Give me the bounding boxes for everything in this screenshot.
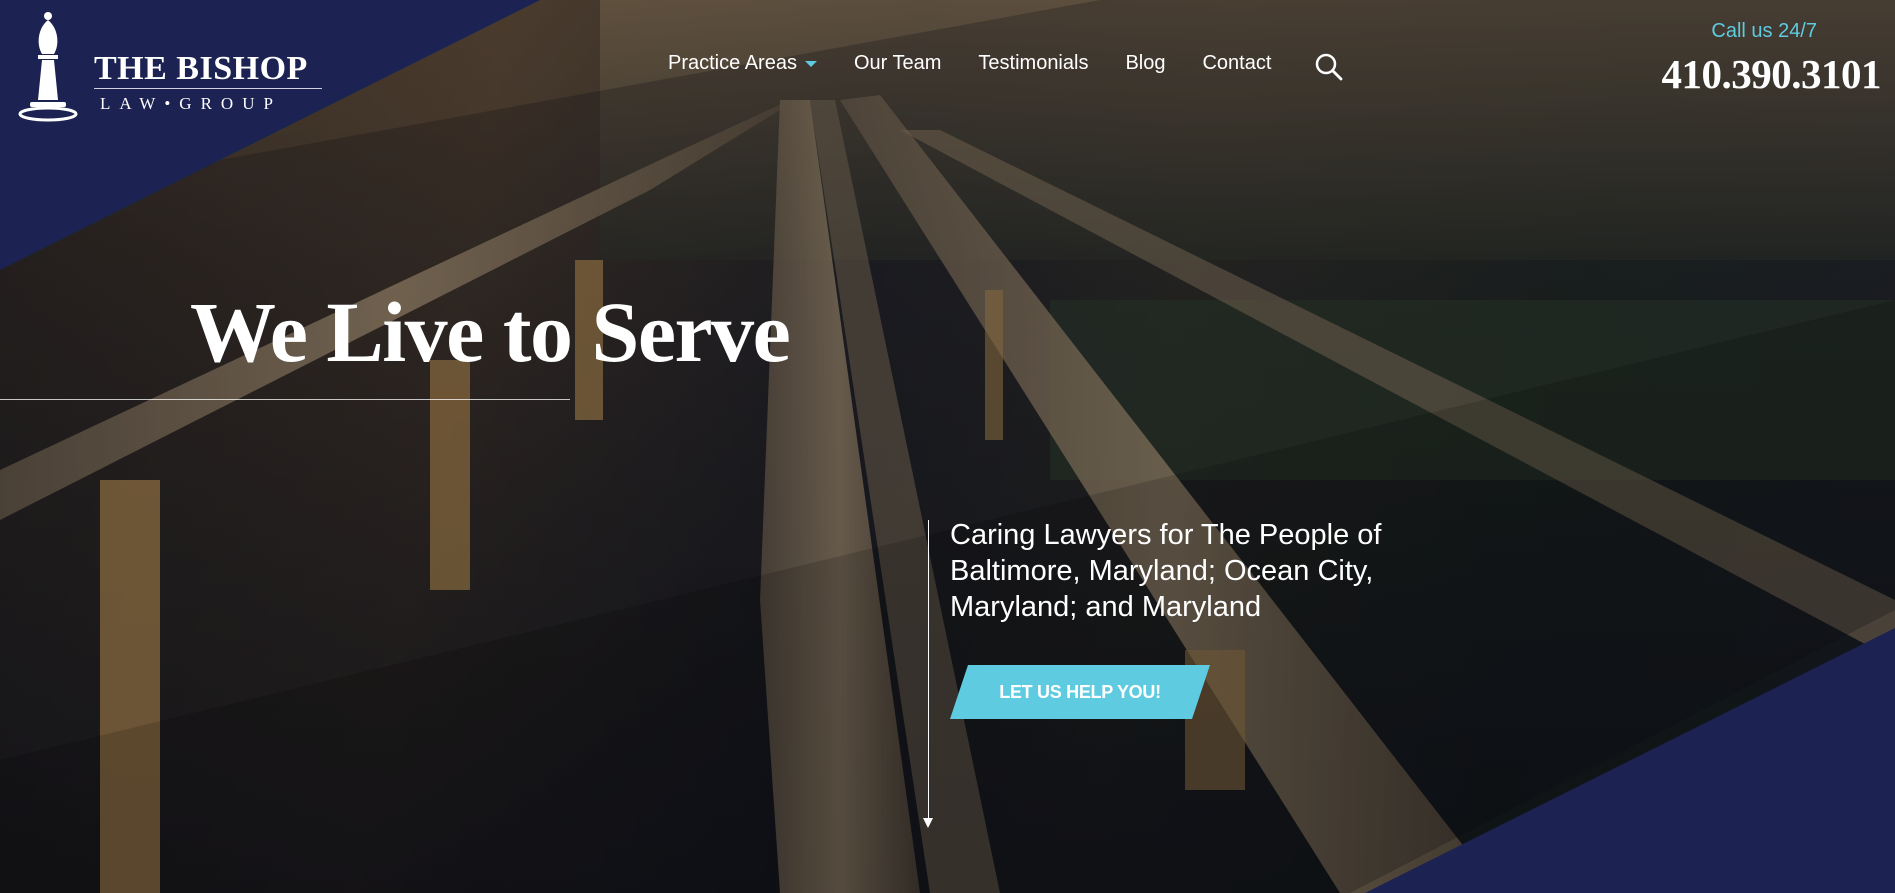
nav-item-contact[interactable]: Contact	[1202, 52, 1271, 75]
main-navigation: Practice Areas Our Team Testimonials Blo…	[668, 52, 1308, 75]
let-us-help-button[interactable]: LET US HELP YOU!	[950, 665, 1210, 719]
arrow-down-icon[interactable]	[923, 818, 933, 828]
nav-item-our-team[interactable]: Our Team	[854, 52, 941, 75]
bishop-chess-piece-icon	[18, 12, 78, 122]
logo-subname: LAW•GROUP	[100, 94, 282, 113]
search-icon[interactable]	[1314, 52, 1344, 82]
nav-item-practice-areas[interactable]: Practice Areas	[668, 52, 817, 75]
phone-number[interactable]: 410.390.3101	[1662, 50, 1882, 98]
nav-item-label: Our Team	[853, 52, 942, 74]
nav-item-testimonials[interactable]: Testimonials	[978, 52, 1088, 75]
nav-item-label: Testimonials	[978, 52, 1089, 74]
headline-divider	[0, 399, 570, 400]
logo[interactable]: THE BISHOP LAW•GROUP	[18, 10, 322, 122]
scroll-indicator-line	[928, 520, 929, 820]
nav-item-blog[interactable]: Blog	[1125, 52, 1165, 75]
navy-corner-shapes	[0, 0, 1895, 893]
logo-divider	[94, 88, 322, 89]
logo-name: THE BISHOP	[94, 50, 308, 87]
chevron-down-icon	[804, 60, 817, 67]
call-label: Call us 24/7	[1711, 20, 1817, 42]
nav-item-label: Contact	[1202, 52, 1272, 74]
nav-item-label: Practice Areas	[668, 52, 797, 74]
hero-background	[0, 0, 1895, 893]
cta-label: LET US HELP YOU!	[999, 682, 1161, 702]
nav-item-label: Blog	[1125, 52, 1166, 74]
hero-headline: We Live to Serve	[190, 284, 791, 380]
hero-tagline: Caring Lawyers for The People of Baltimo…	[950, 519, 1382, 623]
